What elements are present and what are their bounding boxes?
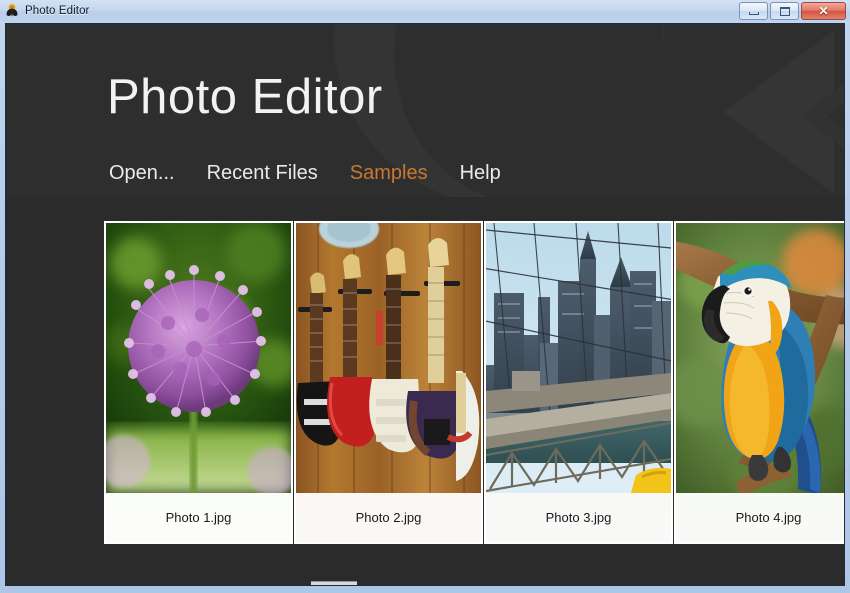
thumbnail-photo-1[interactable] (106, 223, 291, 493)
thumbnail-photo-2[interactable] (296, 223, 481, 493)
nav-item-samples[interactable]: Samples (350, 162, 428, 185)
list-item[interactable]: Photo 4.jpg (674, 221, 844, 544)
main-navigation: Open... Recent Files Samples Help (109, 162, 501, 185)
page-title: Photo Editor (107, 70, 383, 124)
list-item[interactable]: Photo 2.jpg (294, 221, 483, 544)
nav-item-open[interactable]: Open... (109, 162, 175, 185)
nav-item-recent-files[interactable]: Recent Files (207, 162, 318, 185)
close-icon: ✕ (818, 4, 829, 18)
title-bar[interactable]: Photo Editor ✕ (0, 0, 850, 22)
minimize-icon (748, 12, 759, 15)
maximize-icon (779, 6, 790, 16)
app-butterfly-icon (4, 3, 20, 19)
watermark-chevron-inner-icon (828, 74, 844, 158)
caption-photo-1: Photo 1.jpg (106, 493, 291, 542)
client-area: Photo Editor Open... Recent Files Sample… (5, 23, 845, 586)
caption-label: Photo 2.jpg (355, 510, 422, 525)
caption-label: Photo 1.jpg (165, 510, 232, 525)
caption-photo-4: Photo 4.jpg (676, 493, 844, 542)
close-button[interactable]: ✕ (801, 2, 846, 20)
list-item[interactable]: Photo 1.jpg (104, 221, 293, 544)
header-band: Photo Editor Open... Recent Files Sample… (6, 24, 844, 197)
application-window: Photo Editor ✕ Photo Editor Open... Rece… (0, 0, 850, 593)
caption-label: Photo 3.jpg (545, 510, 612, 525)
window-title: Photo Editor (25, 5, 90, 17)
list-item[interactable]: Photo 3.jpg (484, 221, 673, 544)
thumbnail-photo-4[interactable] (676, 223, 844, 493)
nav-item-help[interactable]: Help (460, 162, 501, 185)
thumbnail-photo-3[interactable] (486, 223, 671, 493)
caption-label: Photo 4.jpg (735, 510, 802, 525)
thumbnail-grid: Photo 1.jpg Photo 2.jpg Photo 3.jpg Phot… (104, 221, 844, 544)
maximize-button[interactable] (770, 2, 799, 20)
bottom-edge-artifact (311, 581, 357, 585)
samples-gallery: Photo 1.jpg Photo 2.jpg Photo 3.jpg Phot… (6, 197, 844, 585)
minimize-button[interactable] (739, 2, 768, 20)
caption-photo-2: Photo 2.jpg (296, 493, 481, 542)
caption-photo-3: Photo 3.jpg (486, 493, 671, 542)
window-controls: ✕ (739, 2, 846, 20)
